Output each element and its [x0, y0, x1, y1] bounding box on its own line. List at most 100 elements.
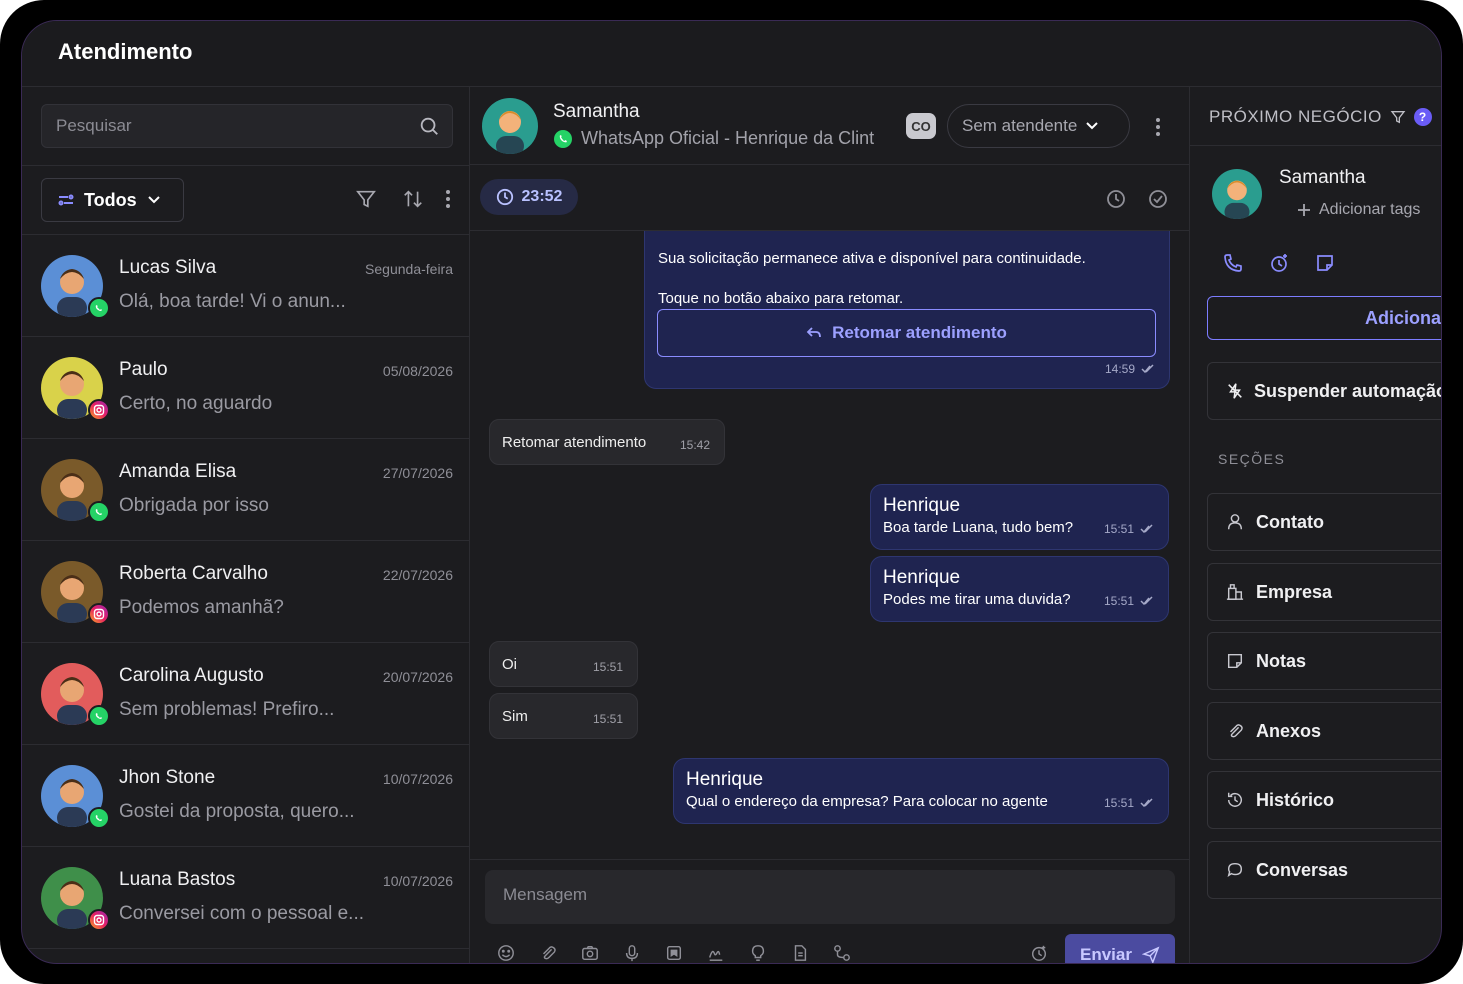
- channel-info: WhatsApp Oficial - Henrique da Clint: [553, 128, 874, 149]
- message-text: Sim: [502, 708, 528, 725]
- note-icon[interactable]: [1315, 253, 1335, 273]
- outgoing-message: Henrique Qual o endereço da empresa? Para…: [673, 758, 1169, 824]
- conversation-preview: Obrigada por isso: [119, 495, 269, 516]
- note-icon: [1226, 652, 1244, 670]
- message-list: Sua solicitação permanece ativa e dispon…: [470, 231, 1189, 861]
- timer-value: 23:52: [521, 188, 563, 205]
- signature-icon[interactable]: [707, 944, 725, 962]
- add-tags-link[interactable]: Adicionar tags: [1297, 201, 1420, 219]
- template-icon[interactable]: [665, 944, 683, 962]
- message-text: Qual o endereço da empresa? Para colocar…: [686, 793, 1048, 810]
- conversation-item[interactable]: Jhon Stone 10/07/2026 Gostei da proposta, …: [22, 745, 469, 847]
- sort-icon[interactable]: [402, 188, 424, 210]
- conversation-preview: Sem problemas! Prefiro...: [119, 699, 335, 720]
- add-schedule-icon[interactable]: [1269, 253, 1289, 273]
- outgoing-message: Henrique Podes me tirar uma duvida? 15:51: [870, 556, 1169, 622]
- conversation-name: Carolina Augusto: [119, 665, 264, 686]
- section-empresa[interactable]: Empresa: [1207, 563, 1441, 621]
- chat-bubble-icon: [1226, 861, 1244, 879]
- conversation-name: Roberta Carvalho: [119, 563, 268, 584]
- conversation-item[interactable]: Paulo 05/08/2026 Certo, no aguardo: [22, 337, 469, 439]
- message-time: 15:51: [1104, 594, 1154, 608]
- message-time: 14:59: [1105, 362, 1155, 376]
- filter-row: Todos: [22, 165, 469, 235]
- chevron-down-icon: [1085, 121, 1099, 131]
- reply-icon: [806, 326, 822, 340]
- page-title: Atendimento: [58, 39, 193, 64]
- message-author: Henrique: [883, 567, 961, 588]
- message-text: Boa tarde Luana, tudo bem?: [883, 519, 1074, 536]
- suspend-automation-button[interactable]: Suspender automação: [1207, 362, 1441, 420]
- resume-button[interactable]: Retomar atendimento: [657, 309, 1156, 357]
- conversation-item[interactable]: Lucas Silva Segunda-feira Olá, boa tarde! …: [22, 235, 469, 337]
- section-historico[interactable]: Histórico: [1207, 771, 1441, 829]
- message-time: 15:51: [1104, 796, 1154, 810]
- conversation-item[interactable]: Amanda Elisa 27/07/2026 Obrigada por isso: [22, 439, 469, 541]
- snooze-icon[interactable]: [1106, 189, 1126, 209]
- conversation-date: 27/07/2026: [382, 465, 453, 481]
- paperclip-icon[interactable]: [539, 944, 557, 962]
- add-button[interactable]: Adicionar: [1207, 296, 1441, 340]
- funnel-icon[interactable]: [1390, 109, 1406, 125]
- section-label: Anexos: [1256, 720, 1322, 741]
- camera-icon[interactable]: [581, 944, 599, 962]
- conversation-item[interactable]: Carolina Augusto 20/07/2026 Sem problemas!…: [22, 643, 469, 745]
- section-contato[interactable]: Contato: [1207, 493, 1441, 551]
- microphone-icon[interactable]: [623, 944, 641, 962]
- message-time-value: 14:59: [1104, 362, 1135, 376]
- conversation-item[interactable]: Luana Bastos 10/07/2026 Conversei com o pe…: [22, 847, 469, 949]
- check-circle-icon[interactable]: [1148, 189, 1168, 209]
- avatar[interactable]: [1212, 169, 1262, 219]
- message-input[interactable]: [503, 885, 1143, 905]
- message-author: Henrique: [883, 495, 961, 516]
- conversation-date: 10/07/2026: [382, 873, 453, 889]
- whatsapp-icon: [553, 129, 573, 149]
- more-vertical-icon[interactable]: [1154, 117, 1162, 137]
- sections-label: SEÇÕES: [1218, 451, 1286, 467]
- section-anexos[interactable]: Anexos: [1207, 702, 1441, 760]
- message-time-value: 15:51: [1103, 796, 1134, 810]
- lightbulb-icon[interactable]: [749, 944, 767, 962]
- whatsapp-icon: [88, 705, 110, 727]
- chat-header: Samantha WhatsApp Oficial - Henrique da …: [470, 87, 1189, 165]
- chevron-down-icon: [147, 195, 161, 205]
- system-message: Sua solicitação permanece ativa e dispon…: [644, 231, 1170, 389]
- help-badge[interactable]: ?: [1413, 108, 1432, 126]
- conversation-name: Amanda Elisa: [119, 461, 237, 482]
- message-field[interactable]: [485, 870, 1175, 924]
- message-time: 15:51: [1104, 522, 1154, 536]
- bolt-off-icon: [1226, 382, 1244, 400]
- app-window: Atendimento Todos: [21, 20, 1442, 964]
- paperclip-icon: [1226, 722, 1244, 740]
- attendant-select[interactable]: Sem atendente: [947, 104, 1130, 148]
- conversation-name: Lucas Silva: [119, 257, 217, 278]
- avatar[interactable]: [482, 98, 538, 154]
- send-button[interactable]: Enviar: [1065, 934, 1175, 963]
- search-input[interactable]: [56, 116, 396, 136]
- emoji-icon[interactable]: [497, 944, 515, 962]
- search-icon[interactable]: [418, 115, 440, 137]
- chat-panel: Samantha WhatsApp Oficial - Henrique da …: [470, 87, 1190, 963]
- message-text: Oi: [502, 656, 517, 673]
- conversation-date: 10/07/2026: [382, 771, 453, 787]
- timer-badge: 23:52: [480, 179, 578, 215]
- message-time-value: 15:51: [592, 660, 623, 674]
- whatsapp-icon: [88, 501, 110, 523]
- double-check-icon: [1140, 524, 1154, 534]
- document-icon[interactable]: [791, 944, 809, 962]
- funnel-icon[interactable]: [355, 188, 377, 210]
- flow-icon[interactable]: [833, 944, 851, 962]
- schedule-icon[interactable]: [1030, 944, 1048, 962]
- search-box[interactable]: [41, 104, 453, 148]
- conversation-item[interactable]: Roberta Carvalho 22/07/2026 Podemos amanhã…: [22, 541, 469, 643]
- message-time: 15:51: [593, 660, 623, 674]
- more-vertical-icon[interactable]: [442, 188, 454, 210]
- phone-icon[interactable]: [1223, 253, 1243, 273]
- device-frame: Atendimento Todos: [0, 0, 1463, 984]
- instagram-icon: [88, 399, 110, 421]
- filter-dropdown[interactable]: Todos: [41, 178, 184, 222]
- filter-label: Todos: [84, 189, 137, 210]
- section-conversas[interactable]: Conversas: [1207, 841, 1441, 899]
- section-notas[interactable]: Notas: [1207, 632, 1441, 690]
- quick-actions: [1223, 253, 1335, 273]
